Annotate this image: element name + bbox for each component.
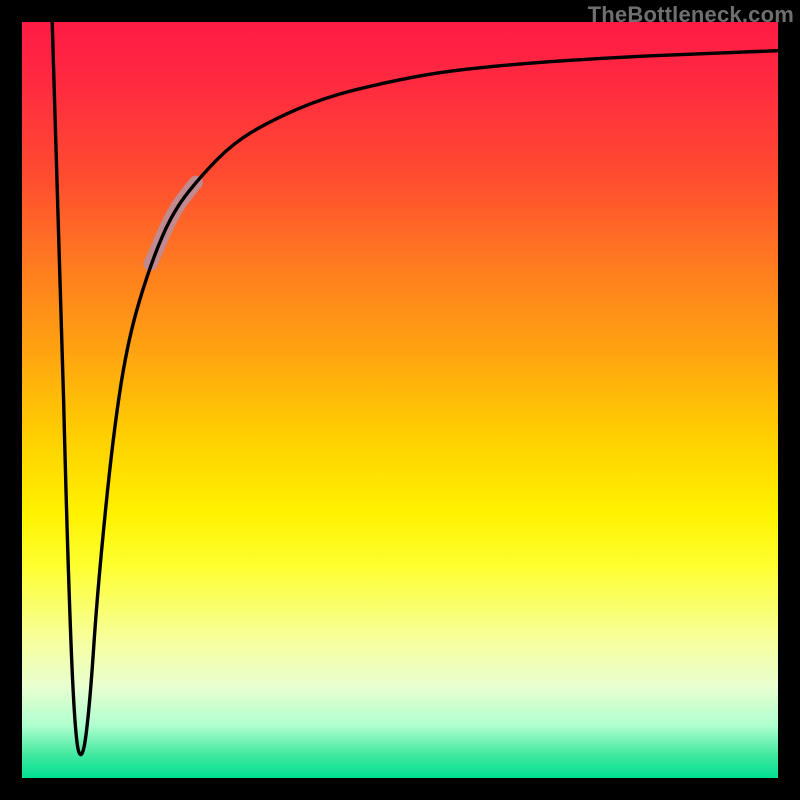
bottleneck-curve <box>52 22 778 755</box>
bottleneck-curve-svg <box>22 22 778 778</box>
chart-frame: TheBottleneck.com <box>0 0 800 800</box>
watermark-label: TheBottleneck.com <box>588 2 794 28</box>
